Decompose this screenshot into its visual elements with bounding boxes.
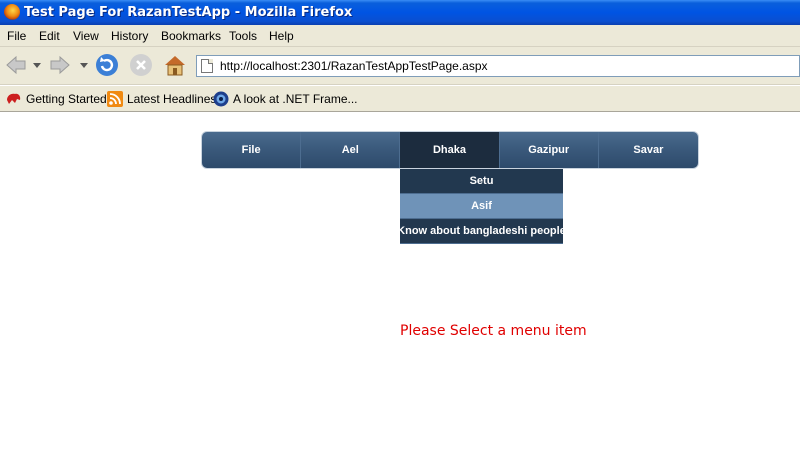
forward-arrow-icon[interactable]: [48, 53, 72, 77]
address-url[interactable]: http://localhost:2301/RazanTestAppTestPa…: [220, 59, 488, 73]
dropdown-item-setu[interactable]: Setu: [400, 169, 563, 194]
firefox-icon: [4, 4, 20, 20]
window-title: Test Page For RazanTestApp - Mozilla Fir…: [24, 5, 353, 20]
site-menu-item-file[interactable]: File: [202, 132, 302, 168]
bookmark-label: Getting Started: [26, 92, 107, 106]
site-menu-item-savar[interactable]: Savar: [599, 132, 698, 168]
reload-icon[interactable]: [95, 53, 119, 77]
dhaka-dropdown: Setu Asif Know about bangladeshi people: [397, 169, 566, 244]
rss-icon: [107, 91, 123, 107]
dropdown-item-asif[interactable]: Asif: [400, 194, 563, 219]
site-menu: File Ael Dhaka Gazipur Savar: [201, 131, 699, 169]
stop-icon[interactable]: [129, 53, 153, 77]
browser-menubar: File Edit View History Bookmarks Tools H…: [0, 25, 800, 47]
back-arrow-icon[interactable]: [4, 53, 28, 77]
menu-bookmarks[interactable]: Bookmarks: [161, 29, 221, 43]
address-bar[interactable]: http://localhost:2301/RazanTestAppTestPa…: [196, 55, 800, 77]
back-dropdown-icon[interactable]: [33, 63, 41, 69]
window-titlebar: Test Page For RazanTestApp - Mozilla Fir…: [0, 0, 800, 25]
site-menu-item-ael[interactable]: Ael: [301, 132, 401, 168]
bookmark-label: Latest Headlines: [127, 92, 217, 106]
net-icon: [213, 91, 229, 107]
home-icon[interactable]: [163, 53, 187, 77]
menu-edit[interactable]: Edit: [39, 29, 60, 43]
bookmarks-toolbar: Getting Started Latest Headlines A look …: [0, 86, 800, 112]
site-menu-item-dhaka[interactable]: Dhaka: [400, 132, 500, 168]
getting-started-icon: [7, 93, 21, 104]
select-message: Please Select a menu item: [400, 323, 587, 339]
menu-tools[interactable]: Tools: [229, 29, 257, 43]
dropdown-item-know-about[interactable]: Know about bangladeshi people: [397, 219, 566, 244]
site-menu-item-gazipur[interactable]: Gazipur: [500, 132, 599, 168]
bookmark-label: A look at .NET Frame...: [233, 92, 358, 106]
bookmark-net-framework[interactable]: A look at .NET Frame...: [213, 91, 358, 107]
page-icon: [201, 59, 213, 73]
menu-history[interactable]: History: [111, 29, 148, 43]
menu-file[interactable]: File: [7, 29, 26, 43]
menu-help[interactable]: Help: [269, 29, 294, 43]
bookmark-getting-started[interactable]: Getting Started: [6, 91, 107, 107]
bookmark-latest-headlines[interactable]: Latest Headlines: [107, 91, 216, 107]
forward-dropdown-icon[interactable]: [80, 63, 88, 69]
menu-view[interactable]: View: [73, 29, 99, 43]
